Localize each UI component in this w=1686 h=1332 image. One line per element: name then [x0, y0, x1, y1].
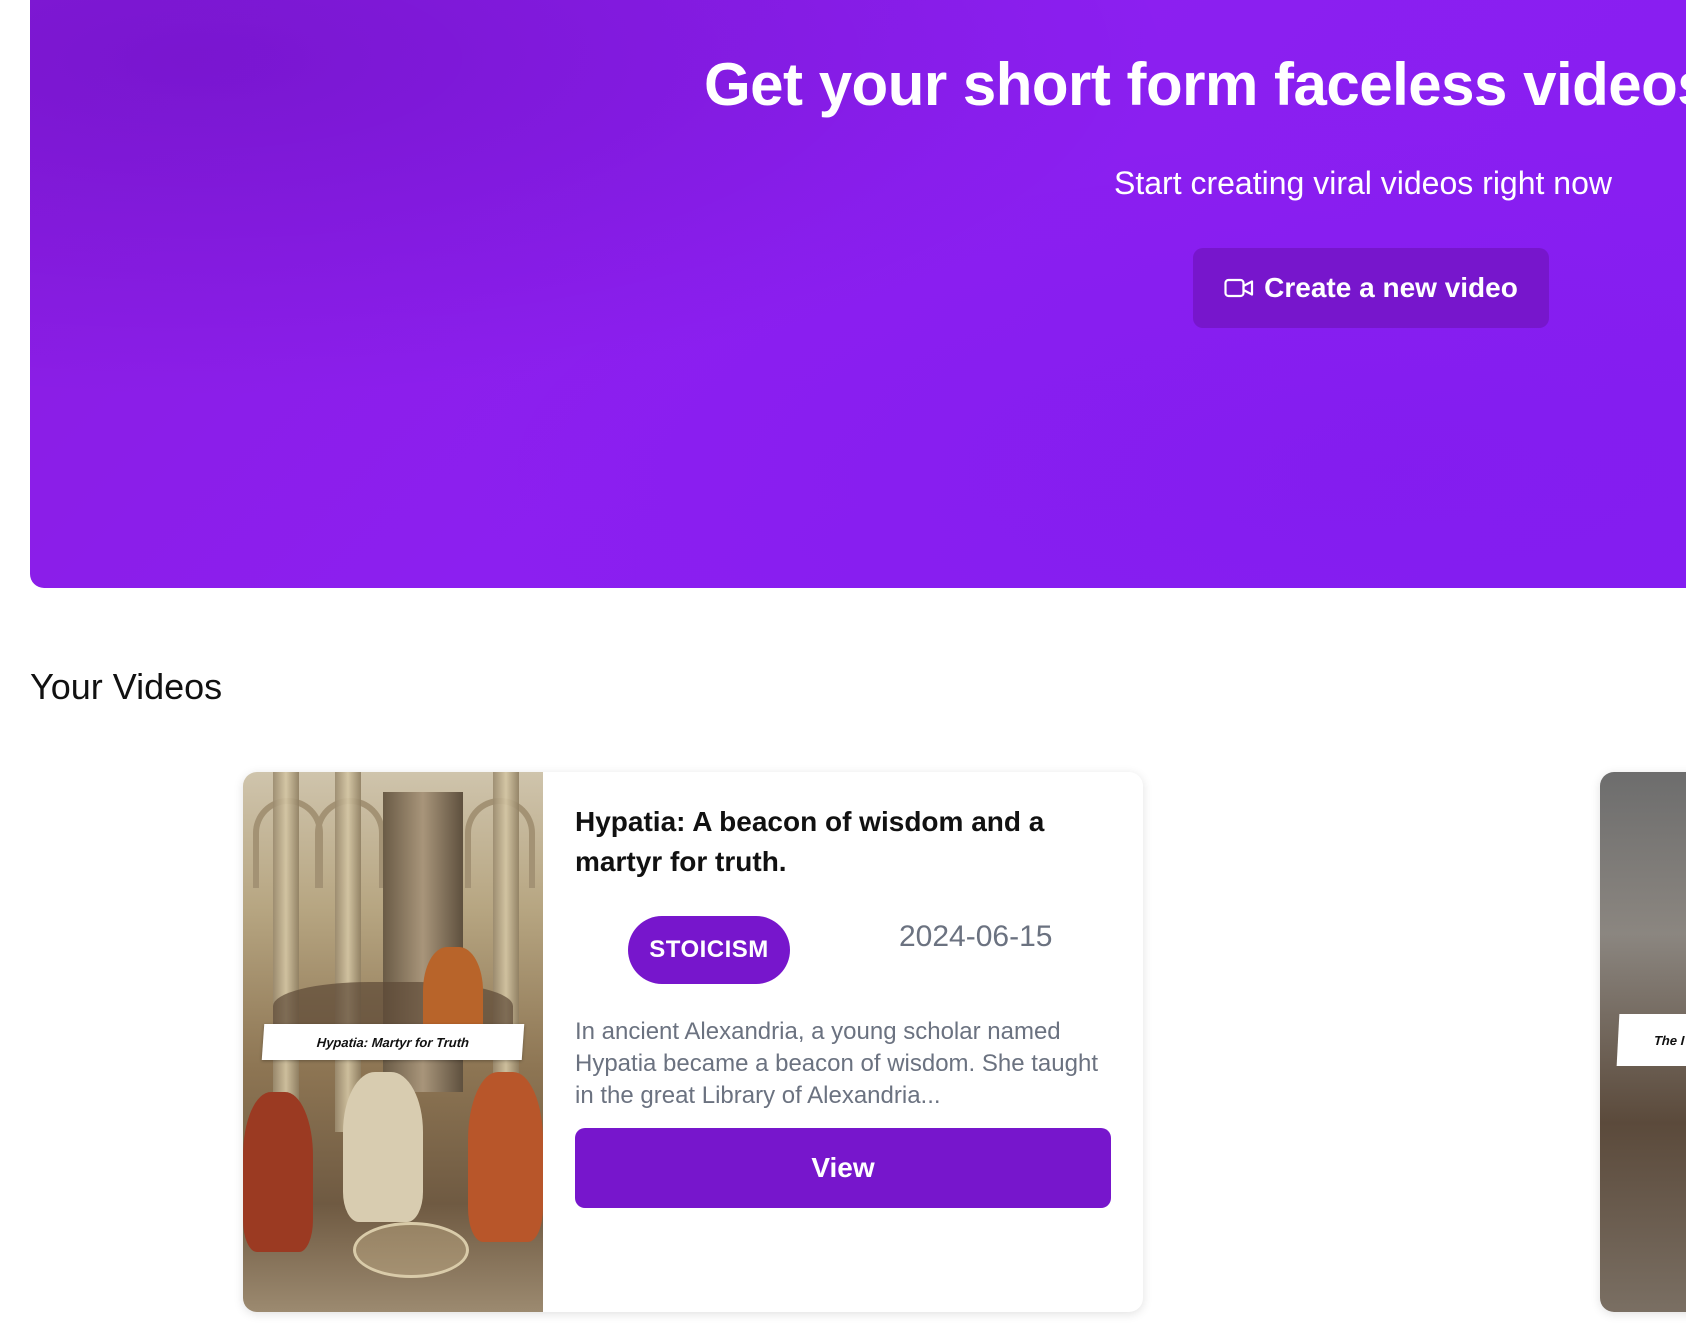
thumbnail-figure: [468, 1072, 543, 1242]
video-card: Hypatia: Martyr for Truth Hypatia: A bea…: [243, 772, 1143, 1312]
video-thumbnail[interactable]: Hypatia: Martyr for Truth: [243, 772, 543, 1312]
video-card-partial[interactable]: The I: [1600, 772, 1686, 1312]
thumbnail-pillar: [335, 772, 361, 1132]
video-camera-icon: [1224, 277, 1254, 299]
video-date: 2024-06-15: [899, 920, 1053, 953]
thumbnail-caption: The I: [1616, 1014, 1686, 1066]
hero-banner: Get your short form faceless videos Star…: [30, 0, 1686, 588]
video-title: Hypatia: A beacon of wisdom and a martyr…: [575, 806, 1045, 877]
hero-title: Get your short form faceless videos: [704, 51, 1686, 118]
hero-subtitle: Start creating viral videos right now: [1114, 165, 1612, 201]
video-description: In ancient Alexandria, a young scholar n…: [575, 1018, 1098, 1109]
thumbnail-figure: [343, 1072, 423, 1222]
section-title-your-videos: Your Videos: [30, 666, 223, 707]
thumbnail-figure: [243, 1092, 313, 1252]
page: Get your short form faceless videos Star…: [0, 0, 1686, 1332]
create-video-label: Create a new video: [1264, 272, 1518, 303]
category-badge: STOICISM: [628, 916, 790, 984]
thumbnail-caption: Hypatia: Martyr for Truth: [261, 1024, 525, 1060]
thumbnail-floor-seal: [353, 1222, 469, 1278]
create-video-button[interactable]: Create a new video: [1193, 248, 1549, 328]
view-button[interactable]: View: [575, 1128, 1111, 1208]
thumbnail-pillar: [273, 772, 299, 1132]
